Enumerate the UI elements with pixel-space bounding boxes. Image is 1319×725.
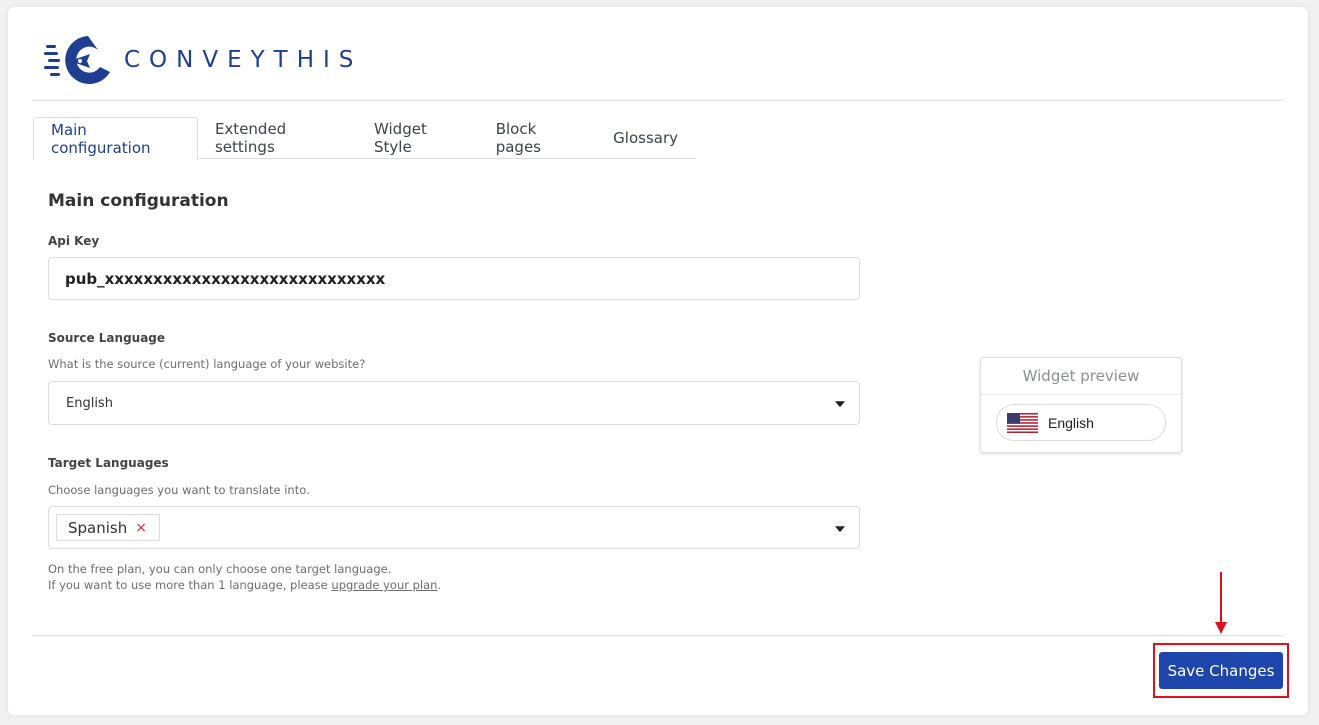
- note-line-2-suffix: .: [437, 578, 442, 592]
- api-key-value: pub_xxxxxxxxxxxxxxxxxxxxxxxxxxxxx: [65, 269, 386, 288]
- us-flag-icon: [1007, 412, 1038, 433]
- settings-card: CONVEYTHIS Main configuration Extended s…: [8, 7, 1308, 715]
- api-key-label: Api Key: [48, 234, 100, 248]
- save-changes-button[interactable]: Save Changes: [1159, 652, 1283, 689]
- tab-extended-settings[interactable]: Extended settings: [198, 117, 357, 159]
- target-languages-hint: Choose languages you want to translate i…: [48, 483, 310, 497]
- widget-preview-title: Widget preview: [981, 358, 1181, 395]
- remove-chip-icon[interactable]: ×: [135, 520, 147, 536]
- caret-down-icon: [835, 401, 845, 408]
- source-language-hint: What is the source (current) language of…: [48, 357, 366, 371]
- caret-down-icon: [835, 525, 845, 532]
- note-line-2: If you want to use more than 1 language,…: [48, 577, 441, 593]
- tab-main-configuration[interactable]: Main configuration: [33, 117, 198, 160]
- header-divider: [32, 100, 1283, 101]
- conveythis-logo-icon: [44, 36, 110, 84]
- free-plan-note: On the free plan, you can only choose on…: [48, 561, 441, 593]
- arrow-down-icon: [1215, 572, 1227, 634]
- source-language-label: Source Language: [48, 331, 166, 345]
- section-title: Main configuration: [48, 191, 229, 211]
- tab-widget-style[interactable]: Widget Style: [357, 117, 479, 159]
- target-languages-select[interactable]: Spanish ×: [48, 506, 860, 549]
- language-chip-spanish: Spanish ×: [56, 514, 160, 541]
- api-key-input[interactable]: pub_xxxxxxxxxxxxxxxxxxxxxxxxxxxxx: [48, 257, 860, 300]
- widget-preview: Widget preview English: [980, 357, 1182, 453]
- widget-language-label: English: [1048, 414, 1094, 431]
- tab-glossary[interactable]: Glossary: [596, 117, 695, 159]
- source-language-value: English: [66, 395, 113, 411]
- conveythis-logo: CONVEYTHIS: [44, 32, 362, 88]
- settings-tabs: Main configuration Extended settings Wid…: [33, 117, 695, 160]
- widget-language-button[interactable]: English: [996, 404, 1166, 441]
- upgrade-plan-link[interactable]: upgrade your plan: [331, 578, 437, 592]
- brand-name: CONVEYTHIS: [124, 47, 363, 73]
- footer-divider: [32, 635, 1283, 636]
- tab-block-pages[interactable]: Block pages: [479, 117, 596, 159]
- note-line-2-text: If you want to use more than 1 language,…: [48, 578, 332, 592]
- note-line-1: On the free plan, you can only choose on…: [48, 562, 392, 576]
- target-languages-label: Target Languages: [48, 456, 169, 470]
- source-language-select[interactable]: English: [48, 381, 860, 425]
- chip-label: Spanish: [68, 518, 128, 537]
